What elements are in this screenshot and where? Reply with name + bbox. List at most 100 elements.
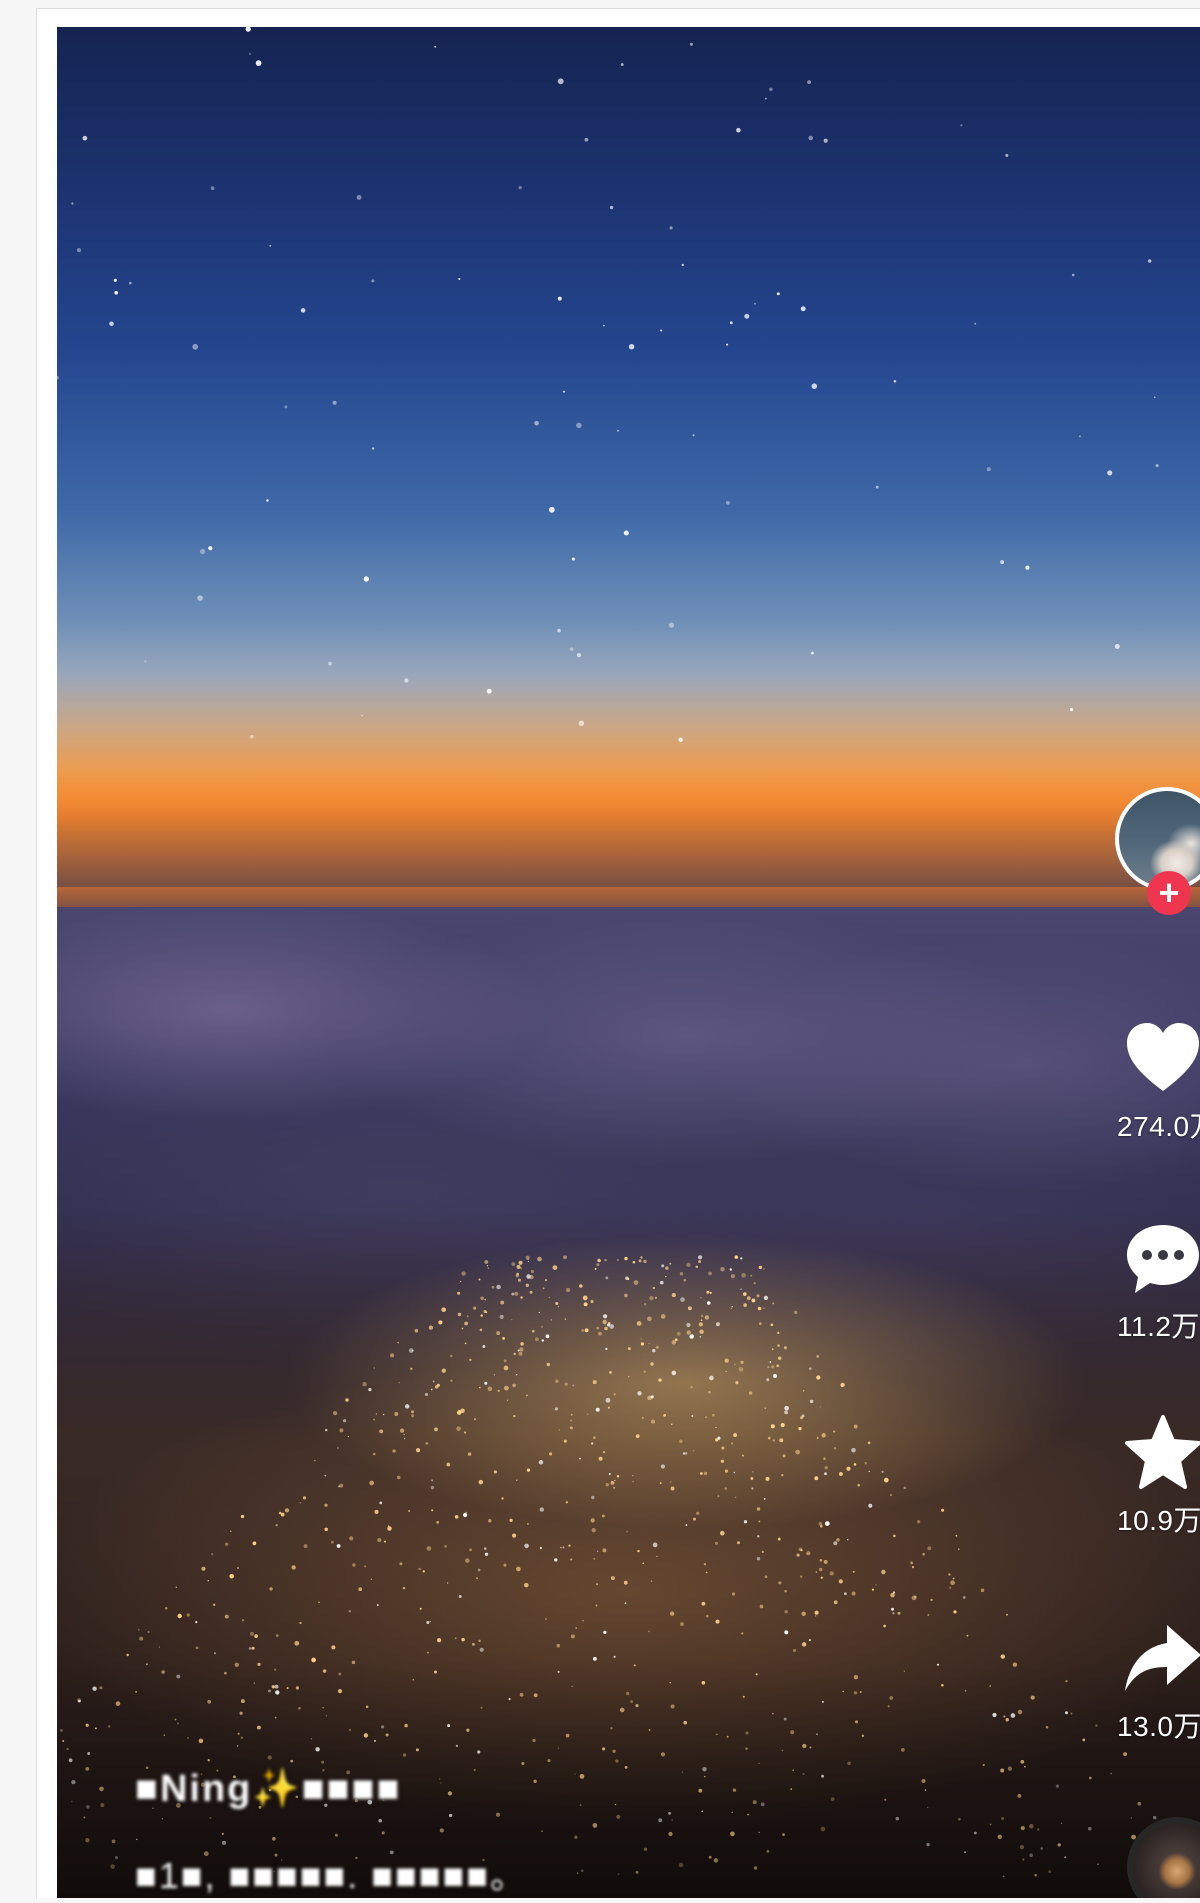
city-light-dot bbox=[911, 1565, 915, 1569]
city-light-dot bbox=[703, 1563, 707, 1566]
city-light-dot bbox=[390, 1353, 395, 1358]
city-light-dot bbox=[597, 1258, 601, 1263]
city-light-dot bbox=[511, 1318, 513, 1321]
city-light-dot bbox=[777, 1537, 781, 1541]
video-player[interactable]: ■Ning✨■■■■ ■1■, ■■■■■. ■■■■■。 bbox=[57, 27, 1200, 1898]
follow-button[interactable]: + bbox=[1147, 871, 1191, 915]
city-light-dot bbox=[652, 1349, 656, 1353]
city-light-dot bbox=[450, 1354, 453, 1358]
city-light-dot bbox=[796, 1553, 800, 1557]
city-light-dot bbox=[669, 1481, 672, 1483]
city-light-dot bbox=[564, 1318, 567, 1321]
city-light-dot bbox=[743, 1303, 747, 1307]
city-light-dot bbox=[484, 1381, 488, 1385]
city-light-dot bbox=[569, 1426, 573, 1430]
city-light-dot bbox=[864, 1461, 868, 1465]
city-light-dot bbox=[757, 1535, 760, 1538]
city-light-dot bbox=[570, 1558, 573, 1561]
city-light-dot bbox=[868, 1503, 873, 1508]
city-light-dot bbox=[743, 1520, 748, 1524]
city-light-dot bbox=[352, 1563, 356, 1567]
city-light-dot bbox=[671, 1340, 677, 1345]
city-light-dot bbox=[843, 1592, 847, 1596]
city-light-dot bbox=[299, 1502, 301, 1504]
city-light-dot bbox=[570, 1634, 575, 1639]
star-dot bbox=[729, 321, 733, 325]
city-light-dot bbox=[930, 1598, 933, 1602]
city-light-dot bbox=[504, 1385, 509, 1391]
share-count: 13.0万 bbox=[1117, 1711, 1200, 1742]
city-light-dot bbox=[594, 1267, 597, 1270]
city-light-dot bbox=[637, 1549, 640, 1553]
city-light-dot bbox=[595, 1407, 600, 1412]
city-light-dot bbox=[763, 1497, 766, 1500]
stars-and-lights bbox=[57, 27, 1164, 1879]
city-light-dot bbox=[763, 1295, 769, 1301]
city-light-dot bbox=[698, 1322, 704, 1327]
city-light-dot bbox=[784, 1405, 789, 1411]
city-light-dot bbox=[607, 1406, 610, 1409]
star-dot bbox=[245, 27, 251, 32]
city-light-dot bbox=[780, 1423, 785, 1428]
city-light-dot bbox=[436, 1521, 440, 1524]
city-light-dot bbox=[431, 1479, 434, 1482]
city-light-dot bbox=[846, 1538, 849, 1541]
city-light-dot bbox=[917, 1520, 921, 1524]
city-light-dot bbox=[471, 1642, 475, 1646]
city-light-dot bbox=[515, 1374, 518, 1376]
phone-frame: ■Ning✨■■■■ ■1■, ■■■■■. ■■■■■。 + 274.0万 1… bbox=[36, 8, 1200, 1898]
music-disc[interactable] bbox=[1127, 1817, 1200, 1898]
city-light-dot bbox=[867, 1441, 871, 1445]
city-light-dot bbox=[554, 1407, 559, 1411]
star-dot bbox=[371, 279, 375, 283]
city-light-dot bbox=[605, 1276, 609, 1280]
city-light-dot bbox=[784, 1410, 788, 1415]
city-light-dot bbox=[883, 1624, 886, 1628]
author-name[interactable]: ■Ning✨■■■■ bbox=[135, 1767, 402, 1815]
city-light-dot bbox=[582, 1295, 588, 1301]
city-light-dot bbox=[684, 1452, 688, 1455]
city-light-dot bbox=[225, 1542, 229, 1546]
city-light-dot bbox=[207, 1580, 209, 1582]
city-light-dot bbox=[555, 1302, 559, 1305]
city-light-dot bbox=[480, 1314, 483, 1317]
city-light-dot bbox=[731, 1306, 733, 1308]
city-light-dot bbox=[871, 1588, 874, 1591]
city-light-dot bbox=[679, 1439, 683, 1443]
city-light-dot bbox=[891, 1607, 894, 1611]
city-light-dot bbox=[715, 1426, 717, 1429]
city-light-dot bbox=[411, 1414, 415, 1418]
city-light-dot bbox=[724, 1469, 729, 1473]
city-light-dot bbox=[648, 1342, 650, 1345]
city-light-dot bbox=[456, 1426, 461, 1431]
city-light-dot bbox=[756, 1507, 761, 1511]
city-light-dot bbox=[806, 1551, 811, 1556]
city-light-dot bbox=[254, 1634, 258, 1638]
city-light-dot bbox=[224, 1614, 229, 1619]
city-light-dot bbox=[706, 1290, 710, 1294]
video-caption[interactable]: ■1■, ■■■■■. ■■■■■。 bbox=[135, 1847, 528, 1896]
city-light-dot bbox=[503, 1365, 509, 1371]
city-light-dot bbox=[948, 1573, 951, 1576]
favorite-button[interactable]: 10.9万 bbox=[1105, 1413, 1200, 1539]
city-light-dot bbox=[379, 1429, 384, 1434]
city-light-dot bbox=[527, 1260, 530, 1263]
share-button[interactable]: 13.0万 bbox=[1105, 1619, 1200, 1745]
city-light-dot bbox=[838, 1472, 843, 1476]
city-light-dot bbox=[560, 1546, 562, 1549]
city-light-dot bbox=[596, 1326, 600, 1330]
city-light-dot bbox=[229, 1573, 234, 1579]
city-light-dot bbox=[342, 1419, 347, 1423]
city-light-dot bbox=[511, 1262, 516, 1266]
like-button[interactable]: 274.0万 bbox=[1105, 1019, 1200, 1145]
city-light-dot bbox=[756, 1294, 760, 1298]
city-light-dot bbox=[833, 1447, 837, 1450]
star-dot bbox=[668, 622, 675, 628]
comment-button[interactable]: 11.2万 bbox=[1105, 1219, 1200, 1345]
city-light-dot bbox=[430, 1388, 433, 1391]
city-light-dot bbox=[602, 1450, 606, 1454]
city-light-dot bbox=[457, 1291, 461, 1295]
city-light-dot bbox=[291, 1565, 296, 1570]
city-light-dot bbox=[158, 1646, 160, 1648]
city-light-dot bbox=[815, 1615, 817, 1617]
